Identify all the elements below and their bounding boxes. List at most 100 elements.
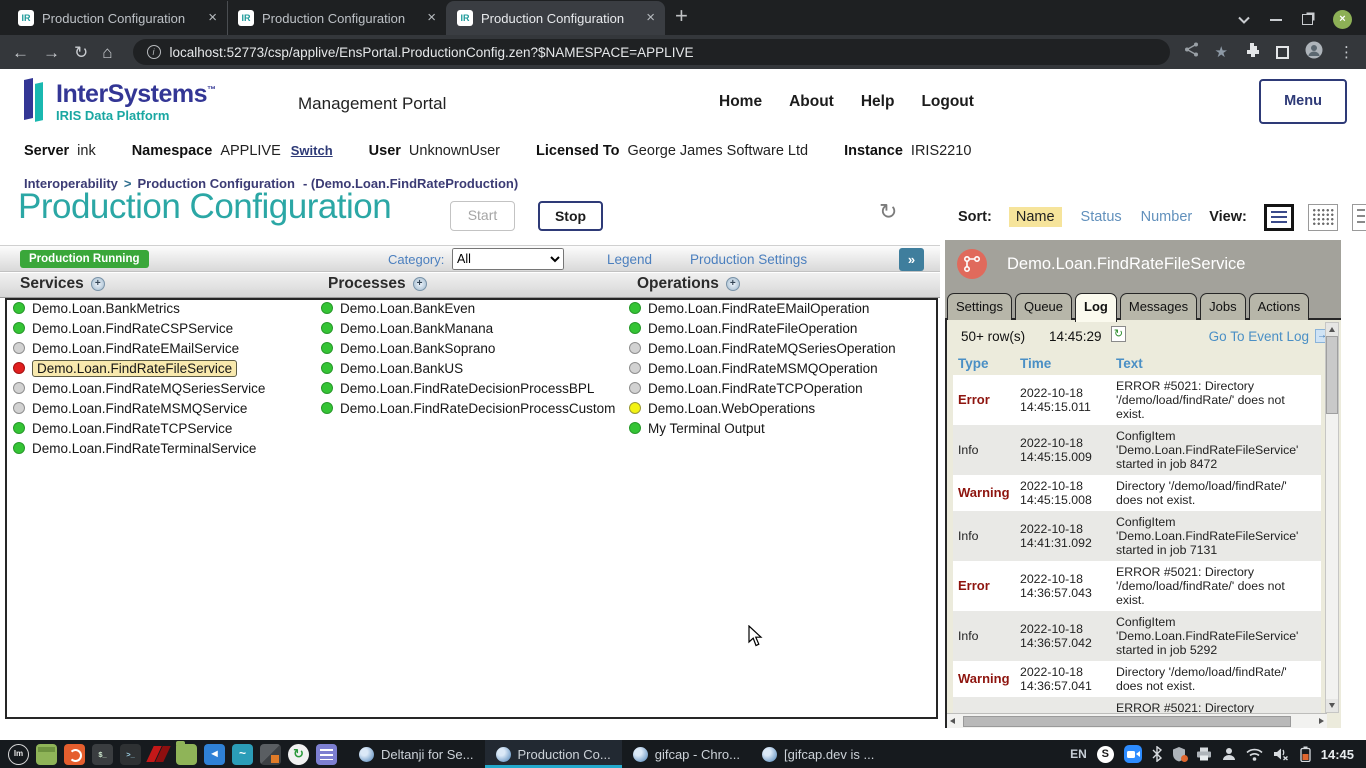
minimize-icon[interactable] — [1270, 19, 1282, 21]
operation-item[interactable]: Demo.Loan.FindRateTCPOperation — [629, 378, 896, 398]
panel-tab[interactable]: Settings — [947, 293, 1012, 320]
taskbar-window-button[interactable]: [gifcap.dev is ... — [751, 740, 885, 768]
legend-link[interactable]: Legend — [607, 252, 652, 267]
close-window-icon[interactable]: × — [1333, 10, 1352, 29]
wifi-icon[interactable] — [1246, 748, 1263, 761]
site-info-icon[interactable]: i — [147, 45, 161, 59]
language-indicator[interactable]: EN — [1070, 747, 1087, 761]
battery-icon[interactable] — [1300, 746, 1311, 762]
sort-option[interactable]: Status — [1081, 209, 1122, 225]
category-select[interactable]: All — [452, 248, 564, 270]
service-item[interactable]: Demo.Loan.BankMetrics — [13, 298, 265, 318]
zoom-icon[interactable] — [1124, 745, 1142, 763]
panel-tab[interactable]: Log — [1075, 293, 1117, 322]
operation-name[interactable]: Demo.Loan.WebOperations — [648, 401, 815, 416]
scroll-down-icon[interactable] — [1326, 699, 1338, 712]
printer-icon[interactable] — [1196, 747, 1212, 761]
taskbar-window-button[interactable]: Deltanji for Se... — [348, 740, 485, 768]
operation-item[interactable]: Demo.Loan.WebOperations — [629, 398, 896, 418]
service-item[interactable]: Demo.Loan.FindRateTCPService — [13, 418, 265, 438]
portal-nav-link[interactable]: Logout — [921, 93, 974, 111]
process-item[interactable]: Demo.Loan.BankManana — [321, 318, 615, 338]
share-icon[interactable] — [1184, 42, 1199, 62]
portal-nav-link[interactable]: Home — [719, 93, 762, 111]
taskbar-window-button[interactable]: Production Co... — [485, 740, 622, 768]
red-app-icon[interactable] — [148, 744, 169, 765]
panel-tab[interactable]: Queue — [1015, 293, 1072, 320]
sort-option[interactable]: Number — [1141, 209, 1193, 225]
operation-name[interactable]: Demo.Loan.FindRateEMailOperation — [648, 301, 869, 316]
operation-item[interactable]: Demo.Loan.FindRateEMailOperation — [629, 298, 896, 318]
process-name[interactable]: Demo.Loan.BankUS — [340, 361, 463, 376]
process-name[interactable]: Demo.Loan.BankEven — [340, 301, 475, 316]
go-to-event-log-link[interactable]: Go To Event Log — [1209, 329, 1309, 344]
process-name[interactable]: Demo.Loan.BankSoprano — [340, 341, 495, 356]
taskbar-window-button[interactable]: gifcap - Chro... — [622, 740, 751, 768]
tab-close-icon[interactable]: × — [427, 11, 436, 25]
service-item[interactable]: Demo.Loan.FindRateEMailService — [13, 338, 265, 358]
switch-link[interactable]: Switch — [291, 143, 333, 158]
shield-icon[interactable] — [1172, 746, 1186, 762]
terminal-alt-icon[interactable]: >_ — [120, 744, 141, 765]
scroll-left-icon[interactable] — [947, 715, 960, 727]
panel-tab[interactable]: Jobs — [1200, 293, 1245, 320]
sync-icon[interactable]: ↻ — [288, 744, 309, 765]
portal-nav-link[interactable]: About — [789, 93, 834, 111]
service-name[interactable]: Demo.Loan.FindRateFileService — [32, 360, 237, 377]
notes-icon[interactable] — [316, 744, 337, 765]
add-process-icon[interactable]: + — [413, 277, 427, 291]
bookmark-star-icon[interactable]: ★ — [1215, 43, 1228, 61]
sort-option[interactable]: Name — [1009, 207, 1062, 227]
service-name[interactable]: Demo.Loan.BankMetrics — [32, 301, 180, 316]
volume-muted-icon[interactable] — [1273, 747, 1290, 761]
service-item[interactable]: Demo.Loan.FindRateFileService — [13, 358, 265, 378]
operation-name[interactable]: Demo.Loan.FindRateTCPOperation — [648, 381, 863, 396]
add-operation-icon[interactable]: + — [726, 277, 740, 291]
home-icon[interactable]: ⌂ — [102, 44, 112, 61]
bluetooth-icon[interactable] — [1152, 746, 1162, 762]
production-settings-link[interactable]: Production Settings — [690, 252, 807, 267]
service-item[interactable]: Demo.Loan.FindRateMQSeriesService — [13, 378, 265, 398]
view-list-icon[interactable] — [1264, 204, 1294, 231]
horizontal-scroll-thumb[interactable] — [963, 716, 1291, 727]
browser-menu-icon[interactable]: ⋮ — [1339, 43, 1354, 61]
operation-name[interactable]: My Terminal Output — [648, 421, 765, 436]
menu-button[interactable]: Menu — [1259, 79, 1347, 124]
operation-name[interactable]: Demo.Loan.FindRateMSMQOperation — [648, 361, 878, 376]
browser-tab[interactable]: IR Production Configuration × — [446, 1, 665, 35]
side-panel-icon[interactable] — [1276, 46, 1289, 59]
service-item[interactable]: Demo.Loan.FindRateCSPService — [13, 318, 265, 338]
view-split-icon[interactable] — [1352, 204, 1366, 231]
operation-item[interactable]: Demo.Loan.FindRateFileOperation — [629, 318, 896, 338]
browser-tab[interactable]: IR Production Configuration × — [8, 1, 227, 35]
add-service-icon[interactable]: + — [91, 277, 105, 291]
address-bar[interactable]: i localhost:52773/csp/applive/EnsPortal.… — [133, 39, 1170, 65]
backup-app-icon[interactable] — [64, 744, 85, 765]
user-icon[interactable] — [1222, 747, 1236, 761]
service-name[interactable]: Demo.Loan.FindRateTCPService — [32, 421, 232, 436]
service-name[interactable]: Demo.Loan.FindRateMQSeriesService — [32, 381, 265, 396]
service-name[interactable]: Demo.Loan.FindRateMSMQService — [32, 401, 247, 416]
expand-panel-button[interactable]: » — [899, 248, 924, 271]
vertical-scroll-thumb[interactable] — [1326, 336, 1338, 414]
back-icon[interactable]: ← — [12, 44, 29, 61]
mint-menu-icon[interactable]: lm — [8, 744, 29, 765]
vscode-icon[interactable]: ◄ — [204, 744, 225, 765]
service-name[interactable]: Demo.Loan.FindRateEMailService — [32, 341, 239, 356]
scroll-up-icon[interactable] — [1326, 323, 1338, 336]
log-refresh-icon[interactable]: ↻ — [1111, 326, 1126, 342]
portal-nav-link[interactable]: Help — [861, 93, 895, 111]
tab-search-chevron-icon[interactable] — [1238, 16, 1250, 24]
profile-avatar-icon[interactable] — [1305, 41, 1323, 64]
tab-close-icon[interactable]: × — [208, 11, 217, 25]
service-name[interactable]: Demo.Loan.FindRateTerminalService — [32, 441, 256, 456]
view-grid-icon[interactable] — [1308, 204, 1338, 231]
terminal-icon[interactable]: $_ — [92, 744, 113, 765]
process-name[interactable]: Demo.Loan.BankManana — [340, 321, 493, 336]
restore-icon[interactable] — [1302, 14, 1313, 25]
process-item[interactable]: Demo.Loan.BankSoprano — [321, 338, 615, 358]
reload-icon[interactable]: ↻ — [74, 44, 88, 61]
operation-item[interactable]: My Terminal Output — [629, 418, 896, 438]
calculator-icon[interactable] — [260, 744, 281, 765]
operation-name[interactable]: Demo.Loan.FindRateFileOperation — [648, 321, 857, 336]
